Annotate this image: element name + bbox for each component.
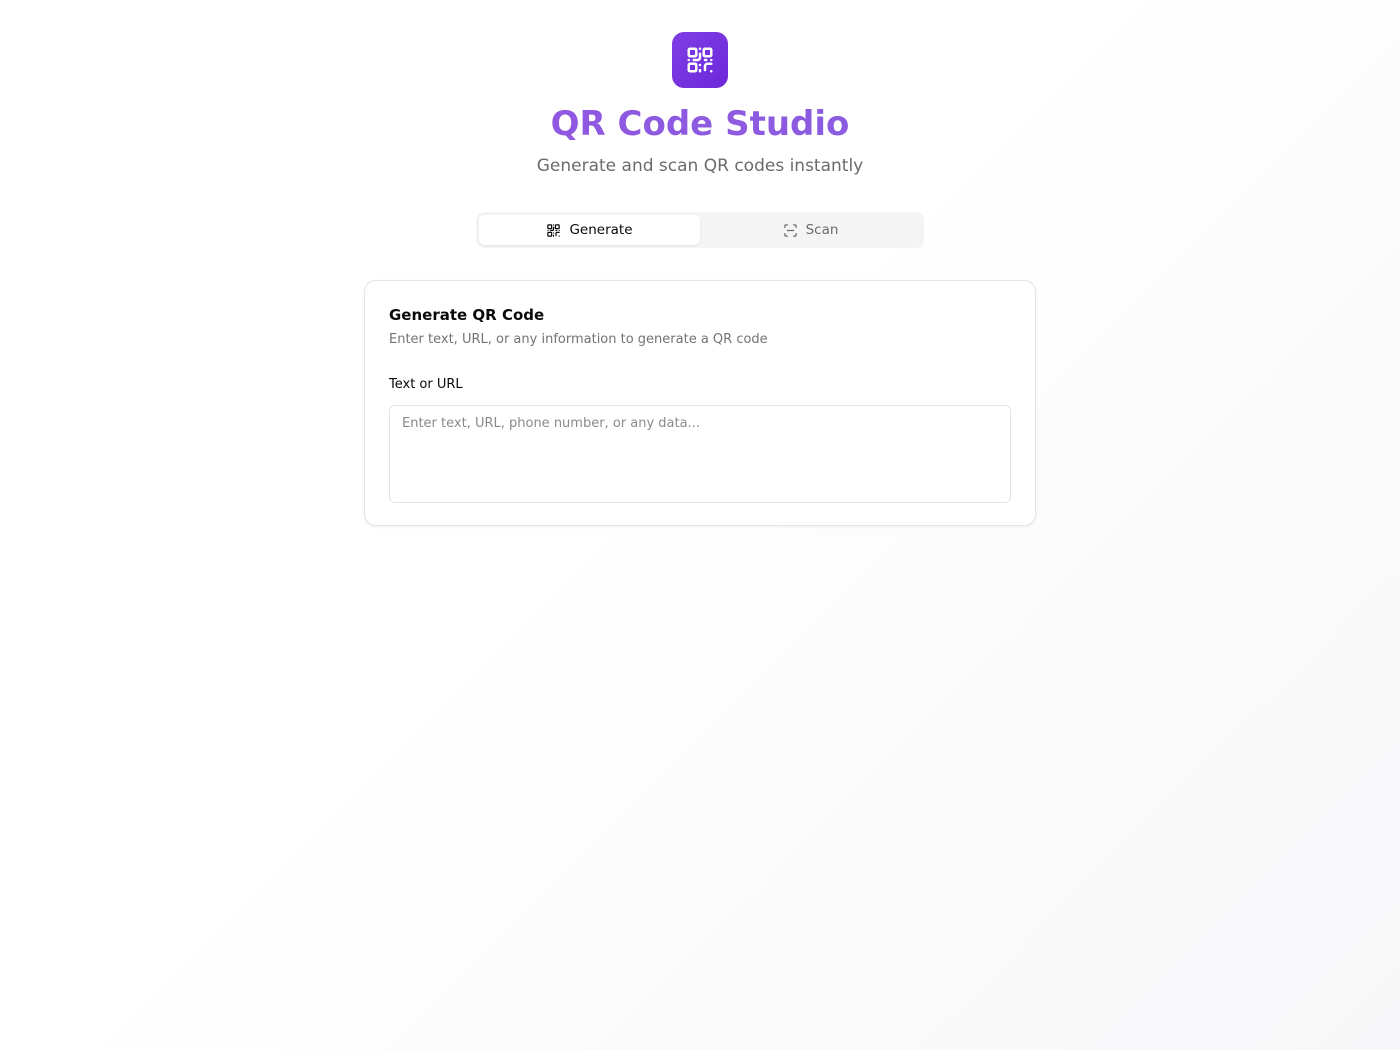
text-or-url-label: Text or URL [389,377,463,392]
qr-code-icon [547,223,561,237]
generate-card: Generate QR Code Enter text, URL, or any… [364,280,1036,526]
tab-generate[interactable]: Generate [479,215,700,245]
tab-generate-label: Generate [569,222,633,238]
mode-tabs: Generate Scan [476,212,924,248]
app-subtitle: Generate and scan QR codes instantly [536,156,864,176]
card-title: Generate QR Code [389,306,545,324]
app-logo [672,32,728,88]
qr-code-icon [687,47,713,73]
tab-scan-label: Scan [805,222,839,238]
qr-text-input[interactable] [389,405,1011,503]
scan-icon [783,223,797,237]
app-title: QR Code Studio [0,102,1400,146]
tab-scan[interactable]: Scan [700,215,921,245]
card-description: Enter text, URL, or any information to g… [389,332,768,347]
